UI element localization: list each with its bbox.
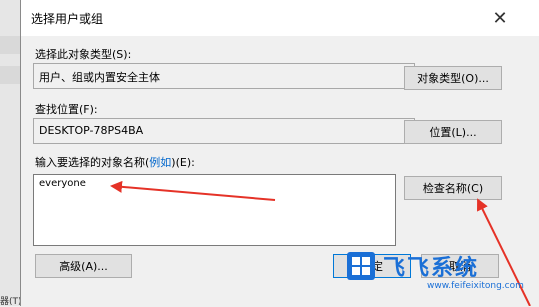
locations-button[interactable]: 位置(L)... xyxy=(404,120,502,144)
examples-link[interactable]: 例如 xyxy=(149,156,171,169)
title-bar: 选择用户或组 ✕ xyxy=(21,0,539,36)
close-button[interactable]: ✕ xyxy=(485,3,515,33)
object-type-field: 用户、组或内置安全主体 xyxy=(33,63,415,89)
advanced-button[interactable]: 高级(A)... xyxy=(35,254,132,278)
windows-logo-icon xyxy=(347,252,375,280)
watermark-brand: 飞飞系统 xyxy=(383,256,480,281)
background-label: 器(T) xyxy=(0,297,22,307)
object-types-button[interactable]: 对象类型(O)... xyxy=(404,66,502,90)
object-types-button-label: 对象类型(O)... xyxy=(417,72,489,85)
dialog-title: 选择用户或组 xyxy=(31,12,104,26)
check-names-button[interactable]: 检查名称(C) xyxy=(404,176,502,200)
check-names-button-label: 检查名称(C) xyxy=(422,182,484,195)
advanced-button-label: 高级(A)... xyxy=(59,260,108,273)
location-field: DESKTOP-78PS4BA xyxy=(33,118,415,144)
object-names-label-text: 输入要选择的对象名称( xyxy=(35,156,150,169)
locations-button-label: 位置(L)... xyxy=(429,126,477,139)
object-names-input[interactable]: everyone xyxy=(33,174,396,246)
object-names-value: everyone xyxy=(39,178,86,189)
site-watermark: 飞飞系统 www.feifeixitong.com xyxy=(331,244,539,306)
close-icon: ✕ xyxy=(492,7,508,29)
watermark-url: www.feifeixitong.com xyxy=(427,281,524,291)
location-value: DESKTOP-78PS4BA xyxy=(39,124,144,137)
object-names-label-suffix: )(E): xyxy=(171,156,195,169)
object-type-label: 选择此对象类型(S): xyxy=(35,48,132,61)
location-label: 查找位置(F): xyxy=(35,103,98,116)
object-type-value: 用户、组或内置安全主体 xyxy=(39,71,160,84)
object-names-label: 输入要选择的对象名称(例如)(E): xyxy=(35,154,195,170)
